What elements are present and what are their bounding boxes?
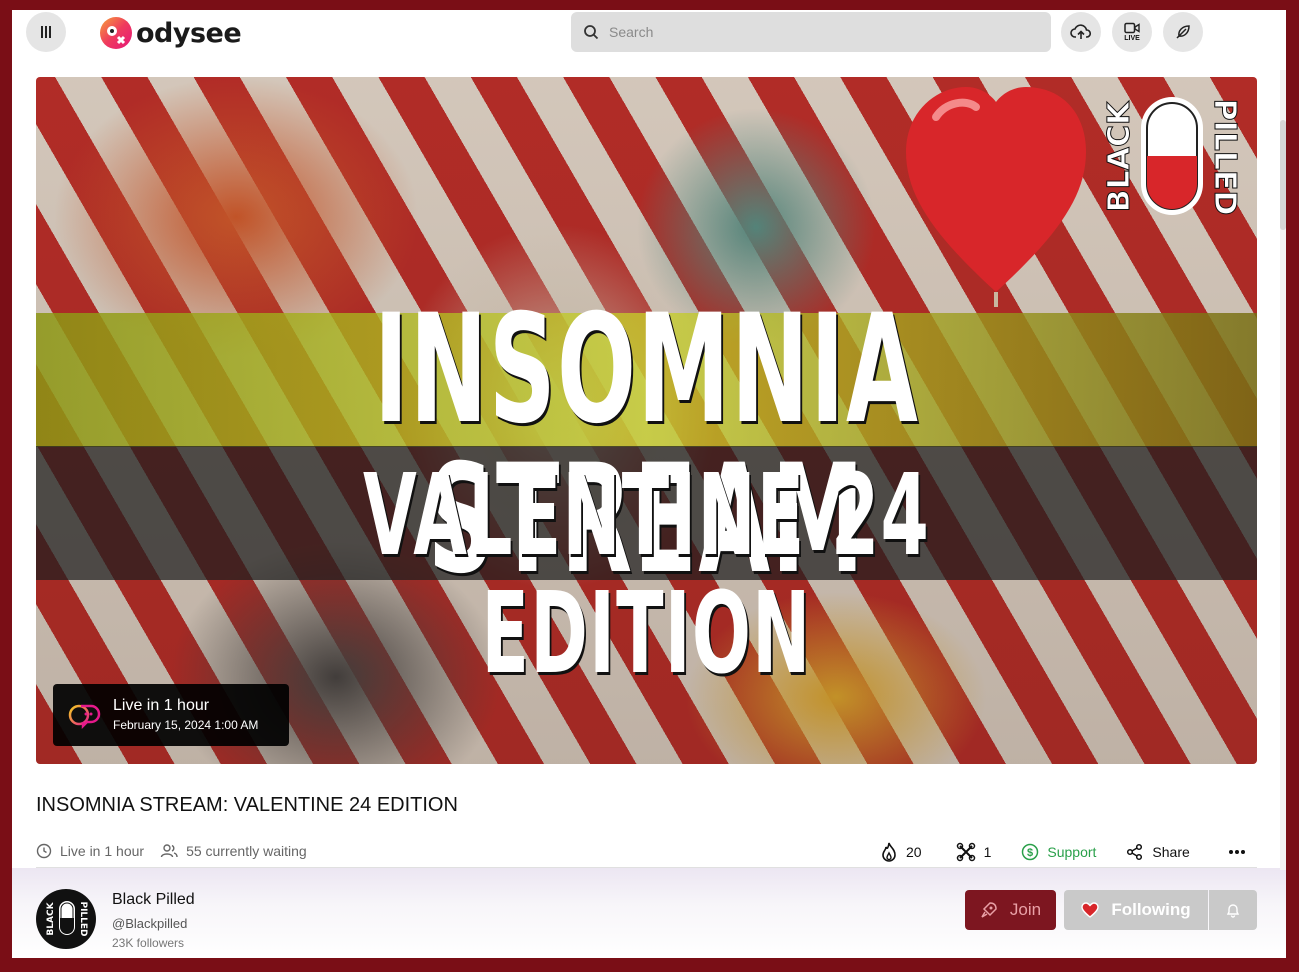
black-pilled-avatar-logo: BLACK PILLED — [46, 901, 88, 937]
scrollbar-thumb[interactable] — [1280, 120, 1286, 230]
stream-thumbnail[interactable]: INSOMNIA STREAM VALENTINE 24 EDITION BLA… — [36, 77, 1257, 764]
avatar-right-text: PILLED — [78, 901, 88, 936]
feather-icon — [1176, 25, 1190, 39]
share-icon — [1127, 843, 1143, 861]
rocket-icon — [981, 902, 997, 918]
channel-followers: 23K followers — [112, 936, 185, 950]
upload-button[interactable] — [1061, 12, 1101, 52]
more-horizontal-icon — [1228, 850, 1245, 854]
clock-icon — [36, 843, 52, 859]
heart-balloon-icon — [906, 87, 1086, 307]
live-countdown-badge: Live in 1 hour February 15, 2024 1:00 AM — [53, 684, 289, 746]
search-input[interactable] — [609, 24, 1009, 40]
odysee-logo-icon — [100, 17, 132, 49]
live-badge-status: Live in 1 hour — [113, 697, 210, 714]
go-live-button[interactable]: LIVE — [1112, 12, 1152, 52]
support-button[interactable]: $ Support — [1021, 843, 1096, 861]
odysee-logo-text: odysee — [136, 17, 242, 49]
search-bar[interactable] — [571, 12, 1051, 52]
more-options-button[interactable] — [1228, 849, 1246, 855]
waiting-count: 55 currently waiting — [160, 843, 307, 859]
brand-logo-right-text: PILLED — [1207, 99, 1241, 216]
video-camera-icon — [1124, 22, 1140, 34]
video-title: INSOMNIA STREAM: VALENTINE 24 EDITION — [36, 794, 458, 816]
following-button[interactable]: Following — [1064, 890, 1208, 930]
upload-cloud-icon — [1070, 24, 1092, 39]
support-label: Support — [1047, 844, 1097, 860]
join-label: Join — [1009, 900, 1042, 919]
video-meta: Live in 1 hour 55 currently waiting — [36, 843, 315, 859]
notifications-button[interactable] — [1209, 890, 1257, 930]
slime-reaction-button[interactable]: 1 — [956, 842, 992, 862]
fire-icon — [882, 842, 896, 862]
live-label: LIVE — [1124, 35, 1140, 42]
waiting-count-text: 55 currently waiting — [186, 843, 307, 859]
thumbnail-title-line2: VALENTINE 24 EDITION — [362, 451, 931, 699]
page-scrollbar[interactable] — [1280, 70, 1286, 870]
menu-icon — [41, 26, 51, 38]
live-status-text: Live in 1 hour — [60, 843, 145, 859]
app-frame: odysee LIVE — [12, 10, 1286, 958]
avatar-left-text: BLACK — [46, 901, 56, 935]
odysee-logo[interactable]: odysee — [98, 14, 242, 52]
heart-icon — [1081, 902, 1100, 918]
fire-reaction-button[interactable]: 20 — [880, 842, 922, 862]
black-pilled-logo: BLACK PILLED — [1102, 97, 1241, 216]
video-actions: 20 1 $ Support Share — [880, 839, 1246, 865]
share-label: Share — [1152, 844, 1190, 860]
svg-text:$: $ — [1027, 847, 1033, 859]
create-post-button[interactable] — [1163, 12, 1203, 52]
chat-bubble-icon — [68, 704, 101, 730]
channel-handle[interactable]: @Blackpilled — [112, 916, 187, 931]
slime-icon — [956, 842, 975, 862]
bell-icon — [1226, 904, 1240, 918]
following-label: Following — [1111, 900, 1191, 919]
channel-avatar[interactable]: BLACK PILLED — [36, 889, 96, 949]
menu-button[interactable] — [26, 12, 66, 52]
join-button[interactable]: Join — [965, 890, 1056, 930]
share-button[interactable]: Share — [1126, 843, 1190, 861]
live-status: Live in 1 hour — [36, 843, 144, 859]
slime-count: 1 — [983, 844, 992, 860]
dollar-circle-icon: $ — [1022, 843, 1039, 861]
channel-name[interactable]: Black Pilled — [112, 891, 195, 909]
live-badge-datetime: February 15, 2024 1:00 AM — [113, 718, 259, 732]
fire-count: 20 — [906, 844, 922, 860]
brand-logo-left-text: BLACK — [1102, 100, 1137, 212]
search-icon — [584, 25, 599, 40]
top-header: odysee LIVE — [12, 10, 1286, 56]
users-icon — [160, 844, 178, 858]
